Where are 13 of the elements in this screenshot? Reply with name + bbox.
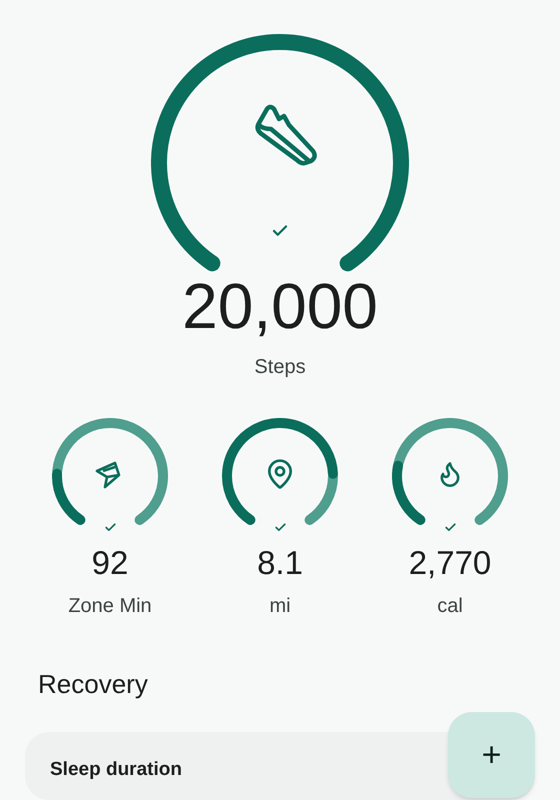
steps-label: Steps <box>254 354 306 380</box>
metric-label: Zone Min <box>68 594 152 619</box>
card-title: Sleep duration <box>50 758 183 782</box>
metric-value: 8.1 <box>257 546 303 579</box>
add-button[interactable]: + <box>448 712 535 798</box>
metric-label: cal <box>437 594 463 619</box>
metric-label: mi <box>269 594 291 619</box>
metric-value: 92 <box>92 546 128 579</box>
section-title: Recovery <box>38 668 149 701</box>
steps-value: 20,000 <box>182 274 378 338</box>
progress-ring <box>52 468 86 525</box>
metric-value: 2,770 <box>408 546 492 579</box>
progress-ring <box>392 460 426 525</box>
